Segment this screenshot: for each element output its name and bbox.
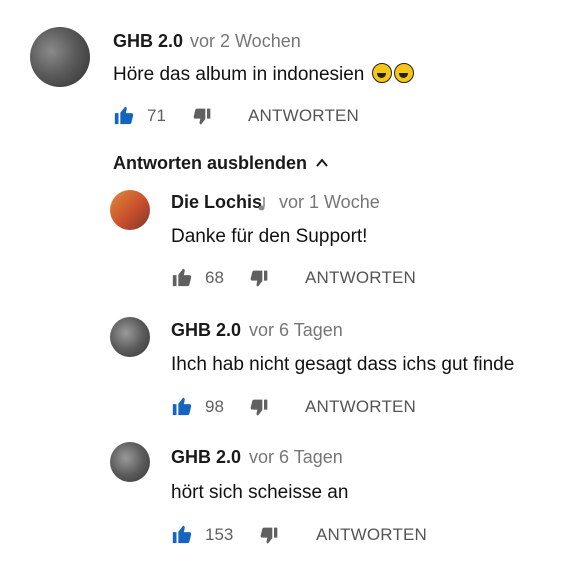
reply-author[interactable]: GHB 2.0 (171, 320, 241, 341)
reply-button[interactable]: ANTWORTEN (248, 106, 359, 126)
reply-button[interactable]: ANTWORTEN (305, 268, 416, 288)
reply-author[interactable]: Die Lochis (171, 192, 262, 213)
reply-text: hört sich scheisse an (171, 482, 349, 503)
reply-text: Danke für den Support! (171, 226, 368, 247)
reply-timestamp[interactable]: vor 6 Tagen (249, 320, 343, 341)
thumbs-down-icon[interactable] (192, 107, 212, 127)
avatar[interactable] (110, 317, 150, 357)
reply-button[interactable]: ANTWORTEN (316, 525, 427, 545)
like-count: 153 (205, 525, 234, 544)
avatar[interactable] (110, 190, 150, 230)
laughing-emoji-icon (371, 63, 392, 83)
hide-replies-button[interactable]: Antworten ausblenden (113, 153, 328, 174)
thumbs-up-icon[interactable] (171, 266, 193, 288)
reply-button[interactable]: ANTWORTEN (305, 397, 416, 417)
thumbs-up-icon[interactable] (171, 395, 193, 417)
comment-text-body: Höre das album in indonesien (113, 64, 365, 85)
reply-timestamp[interactable]: vor 1 Woche (279, 192, 380, 213)
thumbs-down-icon[interactable] (249, 269, 269, 289)
thumbs-down-icon[interactable] (249, 398, 269, 418)
thumbs-up-icon[interactable] (113, 104, 135, 126)
reply-text: Ihch hab nicht gesagt dass ichs gut find… (171, 354, 515, 375)
like-count: 71 (147, 106, 166, 125)
like-count: 98 (205, 397, 224, 416)
comment-author[interactable]: GHB 2.0 (113, 31, 183, 52)
comment-text: Höre das album in indonesien (113, 63, 414, 86)
reply-author[interactable]: GHB 2.0 (171, 447, 241, 468)
avatar[interactable] (30, 27, 90, 87)
reply-timestamp[interactable]: vor 6 Tagen (249, 447, 343, 468)
like-count: 68 (205, 268, 224, 287)
chevron-up-icon (316, 158, 328, 167)
laughing-emoji-icon (393, 63, 414, 83)
music-note-icon (258, 197, 265, 211)
avatar[interactable] (110, 442, 150, 482)
thumbs-up-icon[interactable] (171, 523, 193, 545)
comment-timestamp[interactable]: vor 2 Wochen (190, 31, 301, 52)
hide-replies-label: Antworten ausblenden (113, 153, 308, 173)
thumbs-down-icon[interactable] (259, 526, 279, 546)
